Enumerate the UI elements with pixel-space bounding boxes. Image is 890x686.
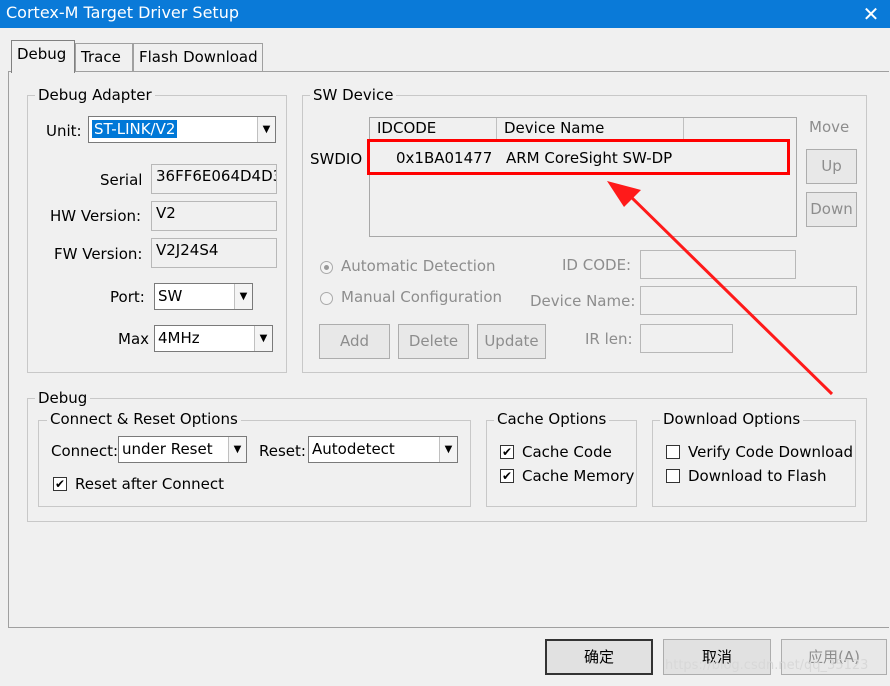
- tab-debug[interactable]: Debug: [11, 40, 75, 73]
- red-arrow: [607, 181, 834, 396]
- tab-label: Debug: [17, 45, 67, 63]
